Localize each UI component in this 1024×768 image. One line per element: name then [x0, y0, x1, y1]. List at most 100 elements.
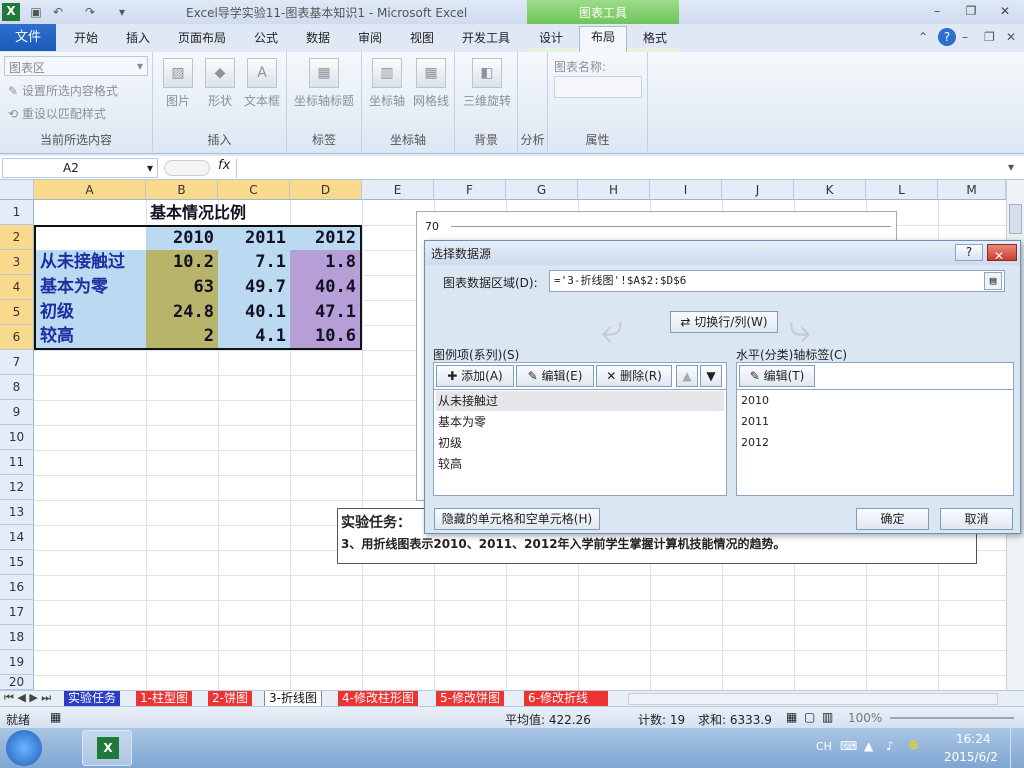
column-header[interactable]: F	[434, 180, 506, 200]
series-list-item[interactable]: 从未接触过	[436, 391, 724, 411]
zoom-level[interactable]: 100%	[848, 711, 882, 725]
category-list-item[interactable]: 2012	[739, 433, 1011, 453]
workbook-restore-icon[interactable]: ❐	[984, 30, 995, 44]
row-label-cell[interactable]: 基本为零	[36, 275, 146, 300]
column-header[interactable]: J	[722, 180, 794, 200]
close-icon[interactable]: ✕	[996, 3, 1014, 19]
insert-function-icon[interactable]: fx	[218, 158, 230, 173]
input-language[interactable]: CH	[816, 740, 832, 753]
row-header[interactable]: 20	[0, 675, 34, 690]
value-cell[interactable]: 1.8	[290, 250, 360, 275]
row-header[interactable]: 17	[0, 600, 34, 625]
insert-textbox-button[interactable]: A 文本框	[241, 58, 283, 109]
volume-icon[interactable]: ♪	[886, 739, 894, 753]
macro-record-icon[interactable]: ▦	[50, 710, 61, 724]
delete-series-button[interactable]: ✕ 删除(R)	[596, 365, 672, 387]
value-cell[interactable]: 40.1	[218, 300, 290, 325]
series-list-item[interactable]: 较高	[436, 454, 724, 474]
hidden-empty-cells-button[interactable]: 隐藏的单元格和空单元格(H)	[434, 508, 600, 530]
value-cell[interactable]: 4.1	[218, 325, 290, 348]
value-cell[interactable]: 49.7	[218, 275, 290, 300]
insert-shapes-button[interactable]: ◆ 形状	[201, 58, 239, 109]
zoom-slider[interactable]	[890, 717, 1014, 719]
network-icon[interactable]: ⊕	[908, 738, 919, 753]
tab-design[interactable]: 设计	[531, 28, 571, 50]
normal-view-icon[interactable]: ▦	[786, 710, 797, 724]
row-header[interactable]: 7	[0, 350, 34, 375]
clock-date[interactable]: 2015/6/2	[944, 750, 998, 764]
tab-review[interactable]: 审阅	[350, 28, 390, 50]
edit-category-button[interactable]: ✎ 编辑(T)	[739, 365, 815, 387]
keyboard-icon[interactable]: ⌨	[840, 739, 857, 753]
workbook-close-icon[interactable]: ✕	[1006, 30, 1016, 44]
row-header[interactable]: 8	[0, 375, 34, 400]
row-label-cell[interactable]: 从未接触过	[36, 250, 146, 275]
column-header[interactable]: I	[650, 180, 722, 200]
restore-icon[interactable]: ❐	[962, 3, 980, 19]
column-header[interactable]: L	[866, 180, 938, 200]
page-break-view-icon[interactable]: ▥	[822, 710, 833, 724]
dialog-title-bar[interactable]: 选择数据源 ? ✕	[425, 241, 1020, 265]
column-header[interactable]: D	[290, 180, 362, 200]
row-header[interactable]: 12	[0, 475, 34, 500]
year-header-cell[interactable]: 2012	[290, 227, 360, 250]
chart-elements-dropdown[interactable]: 图表区 ▾	[4, 56, 148, 76]
dialog-help-button[interactable]: ?	[955, 244, 983, 261]
column-header[interactable]: H	[578, 180, 650, 200]
tab-developer[interactable]: 开发工具	[454, 28, 518, 50]
tab-home[interactable]: 开始	[66, 28, 106, 50]
formula-input[interactable]	[236, 158, 1006, 178]
row-header[interactable]: 5	[0, 300, 34, 325]
sheet-tab[interactable]: 实验任务	[64, 691, 121, 707]
row-header[interactable]: 2	[0, 225, 34, 250]
category-list-item[interactable]: 2011	[739, 412, 1011, 432]
tab-layout[interactable]: 布局	[579, 26, 627, 52]
vertical-scroll-thumb[interactable]	[1009, 204, 1022, 234]
expand-formula-bar-icon[interactable]: ▾	[1008, 160, 1014, 174]
sheet-tab[interactable]: 5-修改饼图	[436, 691, 504, 707]
value-cell[interactable]: 10.6	[290, 325, 360, 348]
chart-range-input[interactable]: ='3-折线图'!$A$2:$D$6 ▤	[549, 270, 1005, 292]
cell-a2[interactable]	[36, 227, 146, 250]
value-cell[interactable]: 63	[146, 275, 218, 300]
move-up-button[interactable]: ▲	[676, 365, 698, 387]
row-label-cell[interactable]: 初级	[36, 300, 146, 325]
tab-data[interactable]: 数据	[298, 28, 338, 50]
value-cell[interactable]: 47.1	[290, 300, 360, 325]
chart-name-input[interactable]	[554, 76, 642, 98]
value-cell[interactable]: 40.4	[290, 275, 360, 300]
value-cell[interactable]: 10.2	[146, 250, 218, 275]
save-icon[interactable]: ▣	[28, 4, 44, 20]
category-list-item[interactable]: 2010	[739, 391, 1011, 411]
row-header[interactable]: 9	[0, 400, 34, 425]
column-header[interactable]: K	[794, 180, 866, 200]
sheet-tab[interactable]: 6-修改折线	[524, 691, 608, 707]
gridlines-button[interactable]: ▦ 网格线	[410, 58, 452, 109]
horizontal-scrollbar[interactable]	[628, 693, 998, 705]
format-selection-button[interactable]: ✎ 设置所选内容格式	[8, 82, 118, 99]
value-cell[interactable]: 7.1	[218, 250, 290, 275]
undo-icon[interactable]: ↶	[50, 4, 66, 20]
excel-logo-icon[interactable]: X	[2, 3, 20, 21]
row-header[interactable]: 19	[0, 650, 34, 675]
3d-rotation-button[interactable]: ◧ 三维旋转	[459, 58, 515, 109]
row-header[interactable]: 16	[0, 575, 34, 600]
axes-button[interactable]: ▥ 坐标轴	[366, 58, 408, 109]
sheet-tab[interactable]: 4-修改柱形图	[338, 691, 418, 707]
column-header[interactable]: C	[218, 180, 290, 200]
name-box[interactable]: A2 ▾	[2, 158, 158, 178]
column-header[interactable]: B	[146, 180, 218, 200]
sheet-nav-icons[interactable]: ⏮ ◀ ▶ ⏭	[4, 691, 51, 705]
start-button-icon[interactable]	[6, 730, 42, 766]
sheet-tab[interactable]: 2-饼图	[208, 691, 252, 707]
column-header[interactable]: G	[506, 180, 578, 200]
select-all-corner[interactable]	[0, 180, 34, 200]
axis-titles-button[interactable]: ▦ 坐标轴标题	[291, 58, 357, 109]
cancel-button[interactable]: 取消	[940, 508, 1013, 530]
row-header[interactable]: 18	[0, 625, 34, 650]
row-header[interactable]: 1	[0, 200, 34, 225]
row-header[interactable]: 6	[0, 325, 34, 350]
table-title[interactable]: 基本情况比例	[34, 200, 362, 225]
tray-expand-icon[interactable]: ▲	[864, 739, 873, 753]
workbook-minimize-icon[interactable]: –	[962, 30, 968, 44]
